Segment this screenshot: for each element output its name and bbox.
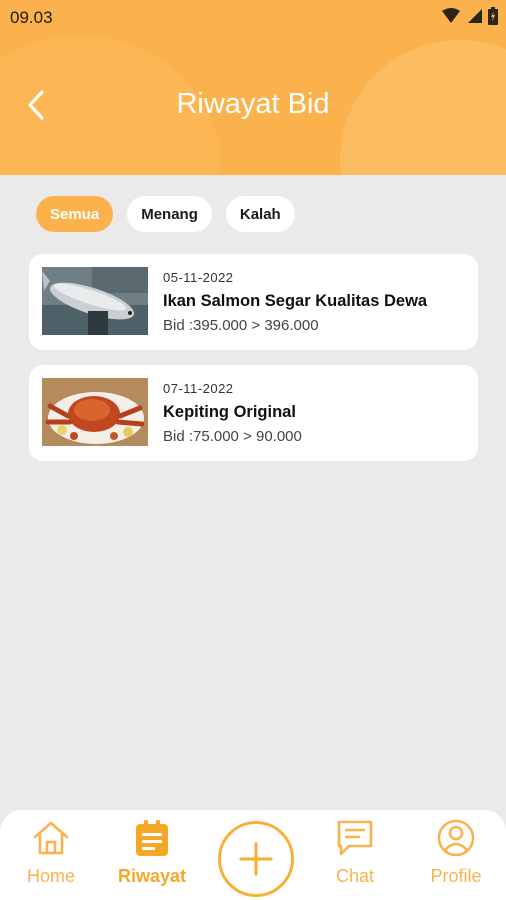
nav-chat[interactable]: Chat — [310, 818, 400, 887]
profile-icon — [437, 819, 475, 857]
bid-date: 05-11-2022 — [163, 270, 234, 285]
item-name: Ikan Salmon Segar Kualitas Dewa — [163, 292, 428, 310]
salmon-image — [42, 267, 148, 335]
bid-history-card[interactable]: 07-11-2022 Kepiting Original Bid :75.000… — [29, 365, 478, 461]
header: 09.03 Riwayat Bid — [0, 0, 506, 175]
bid-date: 07-11-2022 — [163, 381, 234, 396]
signal-icon — [468, 9, 482, 23]
clipboard-icon — [136, 820, 168, 856]
nav-riwayat-label: Riwayat — [117, 866, 187, 886]
filter-menang[interactable]: Menang — [127, 196, 212, 232]
page-title: Riwayat Bid — [176, 88, 330, 120]
nav-profile-label: Profile — [430, 866, 482, 886]
filter-kalah[interactable]: Kalah — [225, 196, 295, 232]
wifi-icon — [442, 8, 460, 23]
filter-tabs: Semua Menang Kalah — [36, 196, 295, 232]
nav-chat-label: Chat — [335, 866, 375, 886]
chat-icon — [337, 820, 373, 856]
battery-icon — [488, 7, 498, 25]
bottom-nav: Home Riwayat Chat Profile — [0, 810, 506, 900]
nav-profile[interactable]: Profile — [411, 818, 501, 887]
plus-icon — [239, 842, 273, 876]
item-name: Kepiting Original — [163, 403, 296, 421]
nav-home-label: Home — [26, 866, 75, 886]
nav-riwayat[interactable]: Riwayat — [107, 818, 197, 887]
bid-amount: Bid :395.000 > 396.000 — [163, 317, 319, 334]
add-button[interactable] — [218, 821, 294, 897]
bid-info: 07-11-2022 Kepiting Original Bid :75.000… — [163, 381, 302, 445]
status-bar: 09.03 — [0, 0, 506, 34]
status-time: 09.03 — [10, 8, 53, 27]
crab-image — [42, 378, 148, 446]
filter-semua[interactable]: Semua — [36, 196, 114, 232]
nav-home[interactable]: Home — [6, 818, 96, 887]
bid-amount: Bid :75.000 > 90.000 — [163, 428, 302, 445]
bid-info: 05-11-2022 Ikan Salmon Segar Kualitas De… — [163, 270, 427, 334]
bid-history-card[interactable]: 05-11-2022 Ikan Salmon Segar Kualitas De… — [29, 254, 478, 350]
status-icons — [442, 7, 498, 25]
home-icon — [33, 821, 69, 855]
